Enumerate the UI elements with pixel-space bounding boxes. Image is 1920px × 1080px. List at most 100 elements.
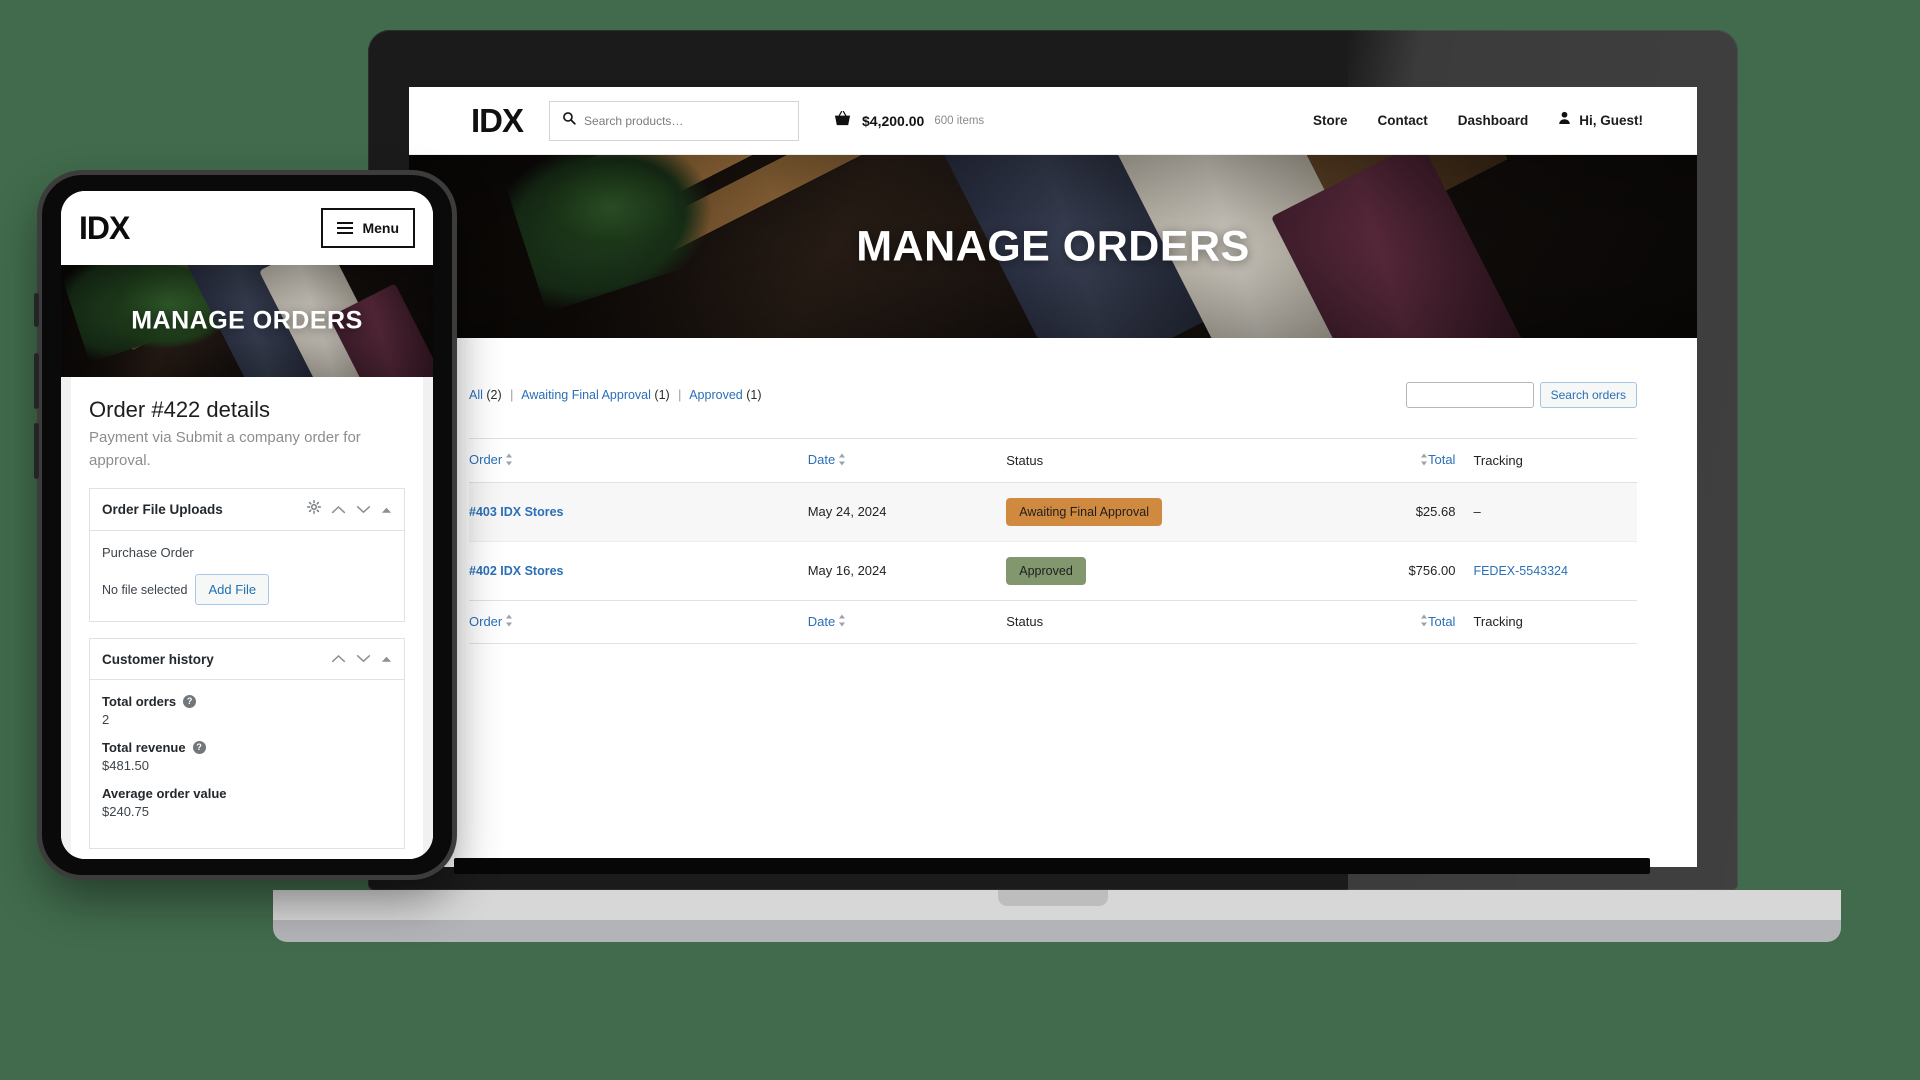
cell-order: #402 IDX Stores bbox=[469, 541, 808, 600]
cell-date: May 24, 2024 bbox=[807, 504, 887, 520]
laptop-device-mockup: IDX $4,200.00 600 items Sto bbox=[273, 30, 1841, 942]
tf-date-label: Date bbox=[807, 613, 836, 629]
search-orders-button[interactable]: Search orders bbox=[1539, 382, 1637, 408]
tf-status-label: Status bbox=[1006, 614, 1044, 630]
sort-icon bbox=[1420, 453, 1428, 469]
history-panel-body: Total orders ? 2 Total revenue ? $481.50… bbox=[90, 680, 404, 848]
filter-approved-count: (1) bbox=[746, 388, 762, 402]
th-date-label: Date bbox=[807, 452, 836, 467]
orders-table-body: #403 IDX Stores May 24, 2024 Awaiting Fi… bbox=[469, 482, 1637, 601]
chevron-down-icon[interactable] bbox=[356, 501, 371, 519]
stat-label-total-orders: Total orders ? bbox=[102, 694, 392, 709]
sort-icon bbox=[838, 453, 846, 469]
filter-awaiting-final-approval[interactable]: Awaiting Final Approval bbox=[521, 388, 651, 402]
orders-content-panel: All (2) | Awaiting Final Approval (1) | … bbox=[409, 338, 1697, 867]
hamburger-icon bbox=[337, 219, 354, 237]
site-header: IDX $4,200.00 600 items Sto bbox=[409, 87, 1697, 155]
order-file-uploads-panel: Order File Uploads Purchase Order No fil… bbox=[89, 488, 405, 622]
mobile-header: IDX Menu bbox=[61, 191, 433, 265]
nav-item-store[interactable]: Store bbox=[1313, 113, 1348, 128]
nav-item-contact[interactable]: Contact bbox=[1377, 113, 1427, 128]
table-row[interactable]: #402 IDX Stores May 16, 2024 Approved $7… bbox=[469, 541, 1637, 601]
stat-label-average-order-value: Average order value bbox=[102, 786, 392, 801]
order-search-input[interactable] bbox=[1405, 382, 1534, 408]
mobile-menu-button[interactable]: Menu bbox=[321, 208, 415, 248]
add-file-button[interactable]: Add File bbox=[195, 574, 270, 605]
tf-date[interactable]: Date bbox=[807, 599, 1007, 645]
chevron-up-icon[interactable] bbox=[331, 650, 346, 668]
table-row[interactable]: #403 IDX Stores May 24, 2024 Awaiting Fi… bbox=[469, 482, 1637, 542]
mobile-brand-logo-text: IDX bbox=[79, 209, 130, 246]
stat-value-average-order-value: $240.75 bbox=[102, 804, 149, 819]
sort-icon bbox=[1420, 614, 1428, 630]
collapse-icon[interactable] bbox=[381, 501, 392, 519]
cell-date: May 16, 2024 bbox=[807, 563, 887, 579]
stat-text: Total orders bbox=[102, 694, 177, 709]
filter-separator-2: | bbox=[678, 388, 682, 402]
stat-text: Average order value bbox=[102, 786, 227, 801]
help-icon[interactable]: ? bbox=[192, 741, 206, 754]
filter-all-count: (2) bbox=[486, 388, 502, 402]
mobile-order-title: Order #422 details bbox=[89, 397, 270, 422]
uploads-panel-header: Order File Uploads bbox=[90, 489, 404, 531]
cell-tracking: FEDEX-5543324 bbox=[1473, 541, 1637, 600]
file-status-text: No file selected bbox=[102, 582, 188, 597]
phone-volume-down-button bbox=[34, 423, 39, 479]
search-icon bbox=[562, 111, 576, 130]
account-menu[interactable]: Hi, Guest! bbox=[1558, 111, 1643, 130]
table-footer-row: Order Date Status Total Tracking bbox=[469, 599, 1637, 645]
nav-item-dashboard[interactable]: Dashboard bbox=[1458, 113, 1529, 128]
brand-logo[interactable]: IDX bbox=[471, 102, 524, 140]
sort-icon bbox=[838, 614, 846, 630]
phone-device-mockup: IDX Menu MANAGE ORDERS Order #422 detail… bbox=[34, 175, 452, 875]
cell-status: Approved bbox=[1006, 541, 1321, 600]
tracking-link[interactable]: FEDEX-5543324 bbox=[1473, 564, 1568, 578]
order-link[interactable]: #403 IDX Stores bbox=[469, 505, 564, 519]
tf-order[interactable]: Order bbox=[469, 599, 808, 645]
th-total[interactable]: Total bbox=[1321, 438, 1474, 483]
stat-text: Total revenue bbox=[102, 740, 186, 755]
filter-all[interactable]: All bbox=[469, 388, 483, 402]
th-date[interactable]: Date bbox=[807, 438, 1007, 483]
tf-total[interactable]: Total bbox=[1321, 599, 1474, 645]
cart-total: $4,200.00 bbox=[862, 112, 925, 129]
chevron-down-icon[interactable] bbox=[356, 650, 371, 668]
sort-icon bbox=[505, 453, 513, 469]
purchase-order-label: Purchase Order bbox=[102, 545, 194, 560]
mobile-hero-banner: MANAGE ORDERS bbox=[61, 265, 433, 377]
user-icon bbox=[1558, 111, 1571, 130]
tf-status: Status bbox=[1006, 599, 1322, 645]
product-search-input[interactable] bbox=[584, 113, 787, 128]
laptop-screen: IDX $4,200.00 600 items Sto bbox=[409, 87, 1697, 867]
orders-toolbar: All (2) | Awaiting Final Approval (1) | … bbox=[469, 382, 1637, 408]
phone-screen: IDX Menu MANAGE ORDERS Order #422 detail… bbox=[61, 191, 433, 859]
mobile-brand-logo[interactable]: IDX bbox=[79, 209, 130, 247]
mobile-order-subtitle: Payment via Submit a company order for a… bbox=[89, 429, 361, 469]
cart-summary[interactable]: $4,200.00 600 items bbox=[833, 110, 984, 132]
uploads-panel-controls bbox=[307, 500, 392, 519]
chevron-up-icon[interactable] bbox=[331, 501, 346, 519]
product-search-box[interactable] bbox=[549, 100, 800, 141]
file-upload-row: No file selected Add File bbox=[102, 574, 392, 605]
help-icon[interactable]: ? bbox=[183, 695, 197, 708]
mobile-order-card: Order #422 details Payment via Submit a … bbox=[71, 377, 423, 859]
order-link[interactable]: #402 IDX Stores bbox=[469, 564, 564, 578]
order-search-group: Search orders bbox=[1405, 382, 1637, 408]
th-status-label: Status bbox=[1006, 452, 1044, 468]
cart-item-count: 600 items bbox=[934, 114, 985, 127]
tf-tracking: Tracking bbox=[1473, 599, 1637, 645]
stat-value-total-revenue: $481.50 bbox=[102, 758, 149, 773]
orders-table-head: Order Date Status Total Tracking bbox=[469, 438, 1637, 483]
status-filter-links: All (2) | Awaiting Final Approval (1) | … bbox=[469, 388, 762, 402]
th-order[interactable]: Order bbox=[469, 438, 808, 483]
cell-status: Awaiting Final Approval bbox=[1006, 482, 1321, 541]
history-panel-header: Customer history bbox=[90, 639, 404, 680]
gear-icon[interactable] bbox=[307, 500, 321, 519]
filter-approved[interactable]: Approved bbox=[689, 388, 743, 402]
uploads-panel-title: Order File Uploads bbox=[102, 502, 223, 517]
collapse-icon[interactable] bbox=[381, 650, 392, 668]
phone-volume-up-button bbox=[34, 353, 39, 409]
orders-table-foot: Order Date Status Total Tracking bbox=[469, 599, 1637, 645]
table-header-row: Order Date Status Total Tracking bbox=[469, 438, 1637, 483]
laptop-base-notch bbox=[998, 890, 1108, 906]
